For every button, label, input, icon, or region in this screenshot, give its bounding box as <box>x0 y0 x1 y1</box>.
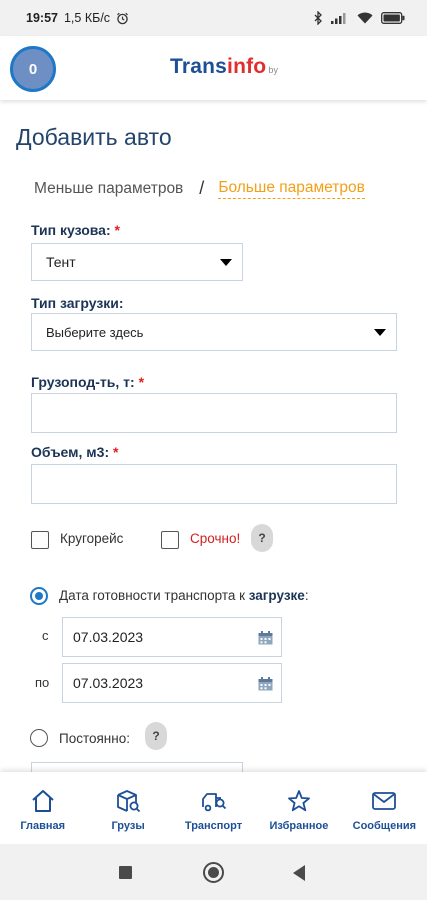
readiness-label-suffix: : <box>304 588 309 603</box>
body-type-label-text: Тип кузова: <box>31 222 111 238</box>
cargo-icon <box>117 790 141 813</box>
volume-input[interactable] <box>31 464 397 504</box>
app-header: 0 Transinfo by <box>0 36 427 100</box>
params-toggle: Меньше параметров / Больше параметров <box>34 178 365 199</box>
body-type-value: Тент <box>46 254 76 270</box>
capacity-label: Грузопод-ть, т: * <box>31 374 144 390</box>
home-circle-icon[interactable] <box>203 862 224 883</box>
readiness-date-radio[interactable] <box>30 587 48 605</box>
logo-suffix: by <box>268 65 279 75</box>
signal-icon <box>331 13 346 24</box>
back-icon[interactable] <box>293 865 305 881</box>
date-to-prefix: по <box>35 675 50 690</box>
logo-trans: Trans <box>170 55 228 78</box>
bottom-nav: Главная Грузы Транспорт Избранное Сообще… <box>0 772 427 844</box>
recents-icon[interactable] <box>119 866 132 879</box>
home-icon <box>32 790 54 812</box>
chevron-down-icon <box>374 329 386 336</box>
readiness-label-bold: загрузке <box>248 588 305 603</box>
params-separator: / <box>199 178 205 198</box>
alarm-icon <box>117 12 128 24</box>
nav-messages-label: Сообщения <box>352 820 417 832</box>
readiness-label-prefix: Дата готовности транспорта к <box>59 588 249 603</box>
body-type-select[interactable]: Тент <box>31 243 243 281</box>
calendar-icon[interactable] <box>258 677 273 691</box>
calendar-icon[interactable] <box>258 631 273 645</box>
star-icon <box>288 790 310 812</box>
options-row: Кругорейс Срочно! ? <box>31 524 291 553</box>
status-bar: 19:57 1,5 КБ/с <box>0 0 427 36</box>
volume-label-text: Объем, м3: <box>31 444 110 460</box>
nav-messages[interactable]: Сообщения <box>342 772 427 844</box>
avatar[interactable]: 0 <box>10 46 56 92</box>
urgent-label: Срочно! <box>190 531 241 546</box>
mail-icon <box>372 792 397 810</box>
nav-favorites[interactable]: Избранное <box>256 772 341 844</box>
load-type-label-text: Тип загрузки: <box>31 295 124 311</box>
nav-transport-label: Транспорт <box>184 820 243 832</box>
permanent-radio[interactable] <box>30 729 48 747</box>
date-to-field[interactable]: 07.03.2023 <box>62 663 282 703</box>
bluetooth-icon <box>314 11 322 25</box>
load-type-select[interactable]: Выберите здесь <box>31 313 397 351</box>
transinfo-logo: Transinfo by <box>170 55 278 79</box>
nav-cargo[interactable]: Грузы <box>85 772 170 844</box>
page-title: Добавить авто <box>16 124 172 150</box>
date-from-prefix: с <box>42 628 49 643</box>
system-nav-bar <box>0 844 427 900</box>
capacity-input[interactable] <box>31 393 397 433</box>
required-mark: * <box>138 374 145 390</box>
load-type-value: Выберите здесь <box>46 324 144 340</box>
round-trip-label: Кругорейс <box>60 531 124 546</box>
truck-icon <box>201 793 226 812</box>
required-mark: * <box>114 222 120 238</box>
date-from-value: 07.03.2023 <box>73 629 144 645</box>
capacity-label-text: Грузопод-ть, т: <box>31 374 135 390</box>
permanent-help-icon[interactable]: ? <box>145 722 167 750</box>
avatar-count: 0 <box>28 60 38 78</box>
wifi-icon <box>357 12 373 24</box>
round-trip-checkbox[interactable] <box>31 531 49 549</box>
required-mark: * <box>113 444 119 460</box>
nav-home-label: Главная <box>20 820 66 832</box>
nav-transport[interactable]: Транспорт <box>171 772 256 844</box>
urgent-checkbox[interactable] <box>161 531 179 549</box>
body-type-label: Тип кузова: * <box>31 222 120 238</box>
nav-cargo-label: Грузы <box>111 820 145 832</box>
volume-label: Объем, м3: * <box>31 444 118 460</box>
date-to-value: 07.03.2023 <box>73 675 144 691</box>
date-from-field[interactable]: 07.03.2023 <box>62 617 282 657</box>
nav-favorites-label: Избранное <box>269 820 329 832</box>
logo-info: info <box>227 55 267 78</box>
status-time: 19:57 <box>26 11 58 25</box>
less-params-link[interactable]: Меньше параметров <box>34 180 183 198</box>
load-type-label: Тип загрузки: <box>31 295 124 311</box>
permanent-label: Постоянно: <box>59 731 130 746</box>
status-network-speed: 1,5 КБ/с <box>63 11 111 25</box>
chevron-down-icon <box>220 259 232 266</box>
nav-home[interactable]: Главная <box>0 772 85 844</box>
urgent-help-icon[interactable]: ? <box>251 524 273 552</box>
readiness-date-label: Дата готовности транспорта к загрузке: <box>59 588 309 603</box>
more-params-link[interactable]: Больше параметров <box>218 179 365 199</box>
battery-icon <box>381 12 405 24</box>
